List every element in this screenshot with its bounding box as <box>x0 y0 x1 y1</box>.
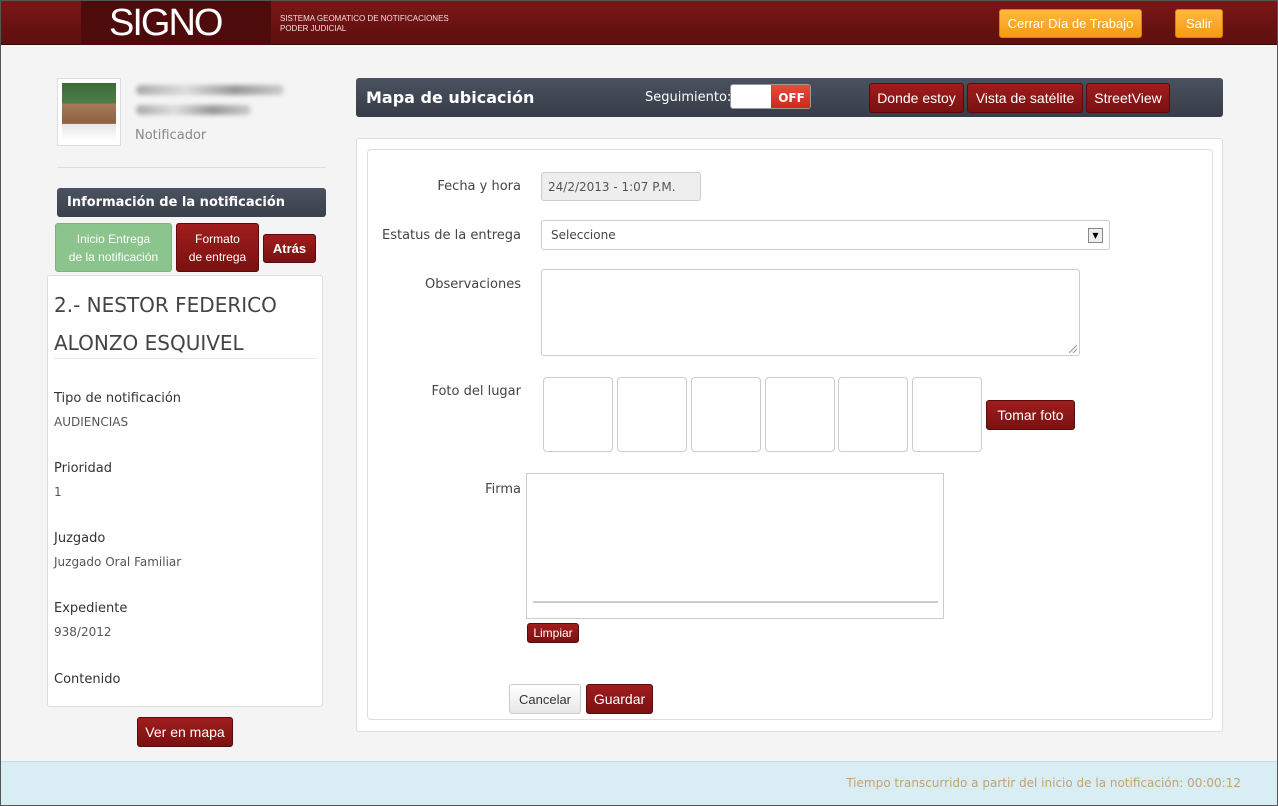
back-button[interactable]: Atrás <box>263 234 316 263</box>
field-priority-value: 1 <box>54 485 62 499</box>
take-photo-button[interactable]: Tomar foto <box>986 400 1075 430</box>
datetime-label: Fecha y hora <box>437 179 521 194</box>
streetview-button[interactable]: StreetView <box>1086 83 1170 113</box>
status-select-value: Seleccione <box>551 228 616 242</box>
field-content-label: Contenido <box>54 672 121 687</box>
avatar-frame <box>57 78 121 146</box>
satellite-view-button[interactable]: Vista de satélite <box>967 83 1083 113</box>
footer-bar: Tiempo transcurrido a partir del inicio … <box>1 761 1277 805</box>
user-role: Notificador <box>135 128 207 143</box>
card-divider <box>54 358 317 359</box>
datetime-field: 24/2/2013 - 1:07 P.M. <box>541 172 701 201</box>
avatar <box>62 83 116 141</box>
field-court-value: Juzgado Oral Familiar <box>54 555 182 569</box>
save-button[interactable]: Guardar <box>586 684 653 714</box>
clear-signature-button[interactable]: Limpiar <box>527 623 579 643</box>
redacted-surname <box>136 105 251 115</box>
photo-label: Foto del lugar <box>431 384 521 399</box>
app-logo: SIGNO <box>109 2 223 44</box>
signature-label: Firma <box>485 482 521 497</box>
observations-textarea[interactable] <box>541 269 1080 356</box>
photo-slot-4[interactable] <box>765 377 835 452</box>
elapsed-time: Tiempo transcurrido a partir del inicio … <box>846 776 1241 790</box>
tab-start-line1: Inicio Entrega <box>76 231 151 246</box>
signature-pad[interactable] <box>526 473 944 619</box>
photo-slot-6[interactable] <box>912 377 982 452</box>
system-title: SISTEMA GEOMATICO DE NOTIFICACIONES PODE… <box>280 14 449 34</box>
system-title-line2: PODER JUDICIAL <box>280 24 347 33</box>
photo-slot-2[interactable] <box>617 377 687 452</box>
field-type-label: Tipo de notificación <box>54 391 182 406</box>
tracking-label: Seguimiento: <box>645 90 732 105</box>
tab-format-line1: Formato <box>195 231 240 246</box>
field-type-value: AUDIENCIAS <box>54 415 129 429</box>
photo-slot-3[interactable] <box>691 377 761 452</box>
tab-format-line2: de entrega <box>188 249 247 264</box>
recipient-name: 2.- NESTOR FEDERICO ALONZO ESQUIVEL <box>54 293 277 355</box>
dropdown-arrow-icon[interactable]: ▼ <box>1088 228 1103 243</box>
map-toolbar: Mapa de ubicación Seguimiento: OFF Donde… <box>356 78 1223 117</box>
tracking-toggle[interactable]: OFF <box>730 84 811 109</box>
close-workday-button[interactable]: Cerrar Día de Trabajo <box>999 9 1142 38</box>
field-court-label: Juzgado <box>54 531 106 546</box>
where-am-i-button[interactable]: Donde estoy <box>869 83 964 113</box>
field-file-label: Expediente <box>54 601 128 616</box>
observations-label: Observaciones <box>425 277 521 292</box>
status-select[interactable]: Seleccione ▼ <box>541 220 1110 250</box>
tab-start-line2: de la notificación <box>68 249 159 264</box>
toggle-state: OFF <box>771 85 810 108</box>
toggle-knob <box>731 85 771 108</box>
tab-delivery-format[interactable]: Formato de entrega <box>176 223 259 272</box>
cancel-button[interactable]: Cancelar <box>509 684 581 714</box>
photo-slot-1[interactable] <box>543 377 613 452</box>
status-label: Estatus de la entrega <box>382 228 521 243</box>
field-file-value: 938/2012 <box>54 625 112 639</box>
tab-start-delivery[interactable]: Inicio Entrega de la notificación <box>55 223 172 272</box>
sidebar-divider <box>57 167 326 168</box>
system-title-line1: SISTEMA GEOMATICO DE NOTIFICACIONES <box>280 14 449 23</box>
top-header: SIGNO SISTEMA GEOMATICO DE NOTIFICACIONE… <box>1 1 1277 45</box>
map-title: Mapa de ubicación <box>366 88 535 107</box>
notification-card: 2.- NESTOR FEDERICO ALONZO ESQUIVEL Tipo… <box>47 275 323 707</box>
exit-button[interactable]: Salir <box>1175 9 1223 38</box>
signature-line <box>533 601 938 603</box>
view-map-button[interactable]: Ver en mapa <box>137 717 233 747</box>
notification-info-header: Información de la notificación <box>57 188 326 217</box>
resize-handle-icon[interactable] <box>1069 345 1077 353</box>
field-priority-label: Prioridad <box>54 461 112 476</box>
redacted-name <box>136 85 284 95</box>
photo-slot-5[interactable] <box>838 377 908 452</box>
